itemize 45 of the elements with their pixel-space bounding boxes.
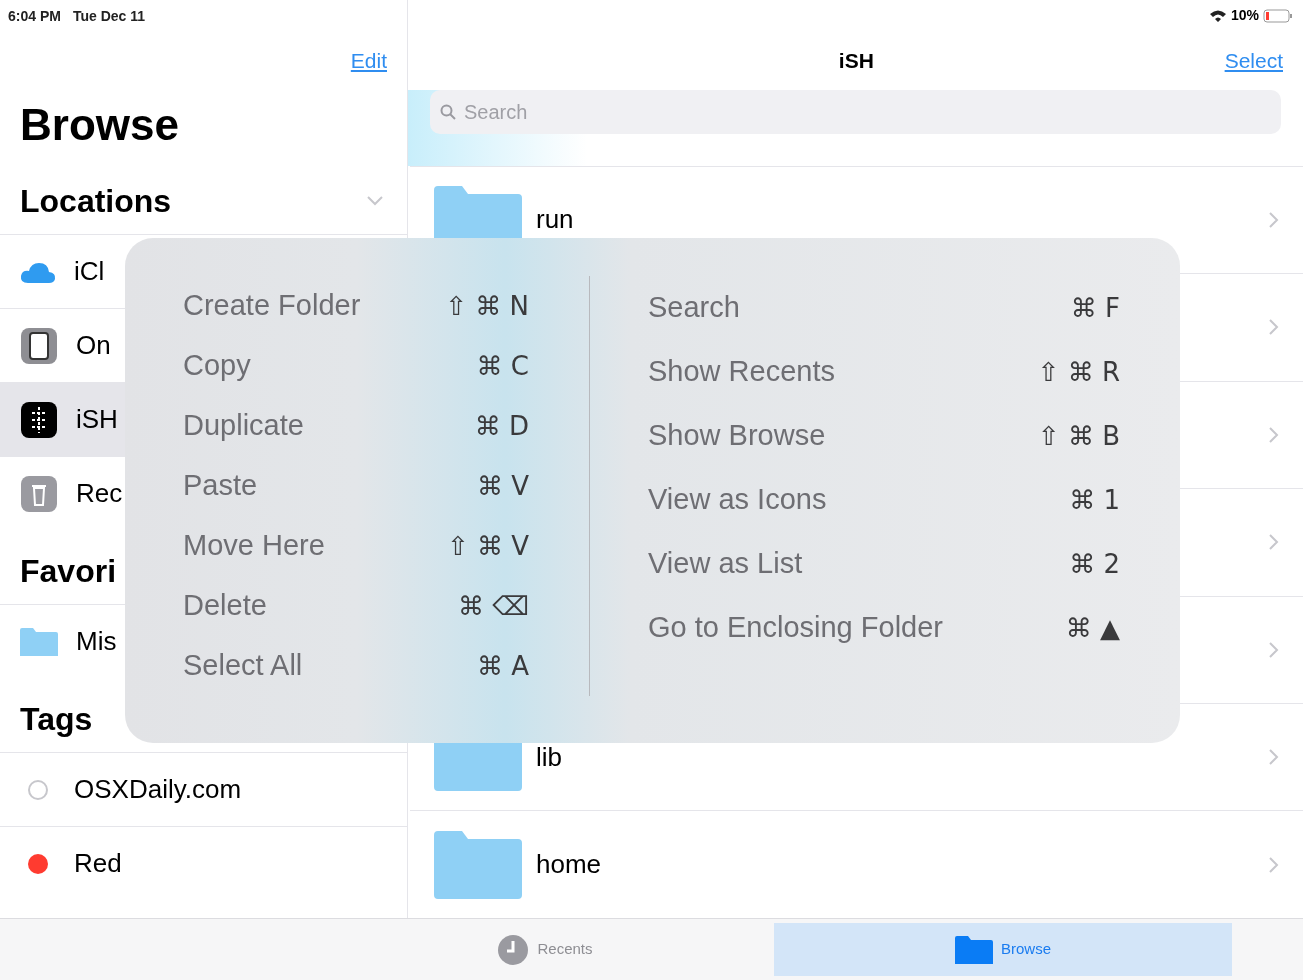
- shortcut-item[interactable]: Paste ⌘ V: [183, 456, 529, 516]
- folder-row[interactable]: home: [410, 810, 1303, 918]
- chevron-right-icon: [1269, 211, 1279, 228]
- status-date: Tue Dec 11: [72, 6, 146, 26]
- battery-percentage: 10%: [1230, 6, 1259, 26]
- shortcut-item[interactable]: Move Here ⇧ ⌘ V: [183, 516, 529, 576]
- section-heading: Favori: [20, 552, 117, 591]
- trash-icon: [20, 474, 58, 513]
- chevron-right-icon: [1269, 749, 1279, 766]
- folder-name: run: [536, 203, 574, 237]
- shortcut-item[interactable]: Duplicate ⌘ D: [183, 396, 529, 456]
- shortcut-item[interactable]: Create Folder ⇧ ⌘ N: [183, 276, 529, 336]
- chevron-right-icon: [1269, 641, 1279, 658]
- search-icon: [440, 103, 456, 120]
- wifi-icon: [1208, 8, 1227, 23]
- folder-icon: [434, 830, 522, 899]
- tablet-icon: [20, 326, 58, 365]
- section-heading: Tags: [20, 700, 93, 739]
- folder-title: iSH: [837, 47, 875, 74]
- cloud-icon: [20, 260, 56, 283]
- chevron-right-icon: [1269, 319, 1279, 336]
- browse-heading: Browse: [20, 99, 179, 151]
- shortcut-item[interactable]: View as List ⌘ 2: [648, 532, 1120, 596]
- shortcut-item[interactable]: Delete ⌘ ⌫: [183, 576, 529, 636]
- status-time: 6:04 PM: [8, 6, 61, 26]
- shortcut-item[interactable]: Search ⌘ F: [648, 276, 1120, 340]
- folder-icon: [955, 935, 993, 964]
- battery-icon: [1263, 8, 1293, 23]
- app-icon: [20, 400, 58, 439]
- folder-icon: [20, 627, 58, 656]
- shortcut-item[interactable]: Select All ⌘ A: [183, 636, 529, 696]
- folder-name: lib: [536, 740, 562, 774]
- section-heading: Locations: [20, 182, 172, 221]
- shortcut-item[interactable]: Show Browse ⇧ ⌘ B: [648, 404, 1120, 468]
- clock-icon: [497, 933, 530, 966]
- search-field[interactable]: Search: [430, 89, 1281, 134]
- folder-name: home: [536, 848, 602, 882]
- shortcut-item[interactable]: View as Icons ⌘ 1: [648, 468, 1120, 532]
- shortcut-item[interactable]: Copy ⌘ C: [183, 336, 529, 396]
- chevron-right-icon: [1269, 426, 1279, 443]
- chevron-right-icon: [1269, 856, 1279, 873]
- shortcut-item[interactable]: Go to Enclosing Folder ⌘ ▲: [648, 596, 1120, 660]
- chevron-right-icon: [1269, 534, 1279, 551]
- shortcut-item[interactable]: Show Recents ⇧ ⌘ R: [648, 340, 1120, 404]
- chevron-down-icon: [367, 196, 383, 206]
